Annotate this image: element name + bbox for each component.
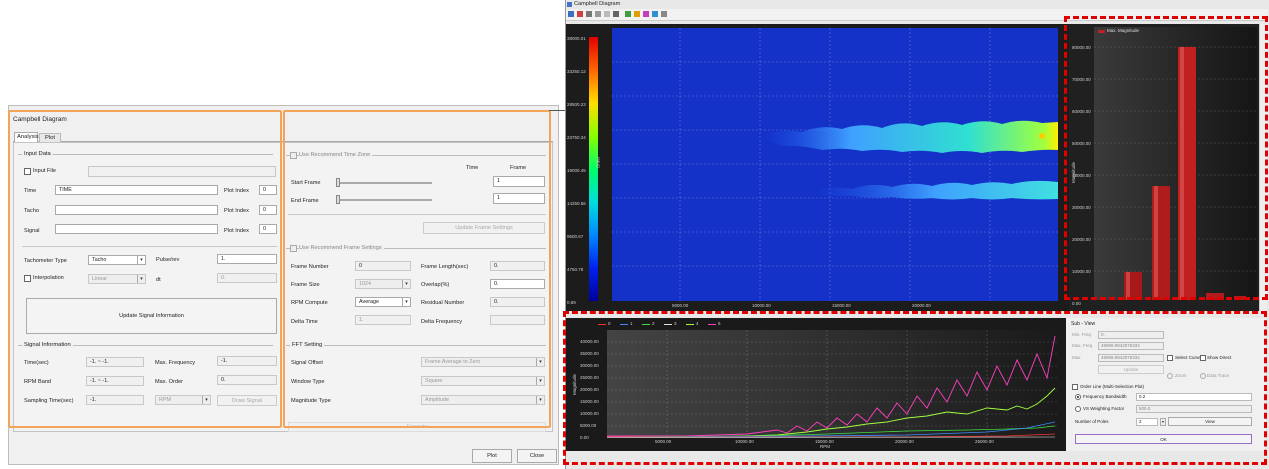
app-icon xyxy=(567,2,572,7)
order-band-lower xyxy=(812,180,1058,200)
heatmap-y-tick: 14250.56 xyxy=(567,201,586,206)
heatmap-y-tick: 0.89 xyxy=(567,300,576,305)
bar-y-tick: 0.00 xyxy=(1072,301,1081,306)
paste-icon[interactable] xyxy=(604,11,610,17)
heatmap-y-tick: 33250.12 xyxy=(567,69,586,74)
heatmap-y-tick: 4750.78 xyxy=(567,267,584,272)
toolbar-icons[interactable] xyxy=(568,11,698,19)
heatmap-y-tick: 19000.45 xyxy=(567,168,586,173)
heatmap-x-tick: 10000.00 xyxy=(752,303,771,308)
heatmap-y-tick: 28500.23 xyxy=(567,102,586,107)
chart-icon[interactable] xyxy=(634,11,640,17)
heatmap-y-tick: 23750.34 xyxy=(567,135,586,140)
heatmap-plot-area[interactable] xyxy=(612,28,1058,301)
highlight-box-right xyxy=(283,110,551,428)
heatmap-x-tick: 20000.00 xyxy=(912,303,931,308)
order-band-upper xyxy=(762,120,1058,153)
cut-icon[interactable] xyxy=(586,11,592,17)
save-icon[interactable] xyxy=(568,11,574,17)
grid-icon[interactable] xyxy=(643,11,649,17)
open-icon[interactable] xyxy=(577,11,583,17)
zoom-icon[interactable] xyxy=(613,11,619,17)
color-icon[interactable] xyxy=(625,11,631,17)
app-title: Campbell Diagram xyxy=(574,1,621,7)
heatmap-svg xyxy=(612,28,1058,301)
heatmap-colorbar xyxy=(589,37,598,301)
heatmap-x-tick: 15000.00 xyxy=(832,303,851,308)
copy-icon[interactable] xyxy=(595,11,601,17)
highlight-box-bar xyxy=(1064,16,1268,300)
settings-icon[interactable] xyxy=(652,11,658,17)
highlight-box-left xyxy=(8,110,282,428)
heatmap-y-tick: 38000.01 xyxy=(567,36,586,41)
heatmap-x-tick: 5000.00 xyxy=(672,303,689,308)
heatmap-ylabel: Order xyxy=(595,156,601,169)
export-icon[interactable] xyxy=(661,11,667,17)
plot-button[interactable]: Plot xyxy=(472,449,512,463)
connector-line xyxy=(549,110,565,111)
highlight-box-bottom xyxy=(563,311,1267,465)
close-button[interactable]: Close xyxy=(517,449,557,463)
heatmap-y-tick: 9500.67 xyxy=(567,234,584,239)
